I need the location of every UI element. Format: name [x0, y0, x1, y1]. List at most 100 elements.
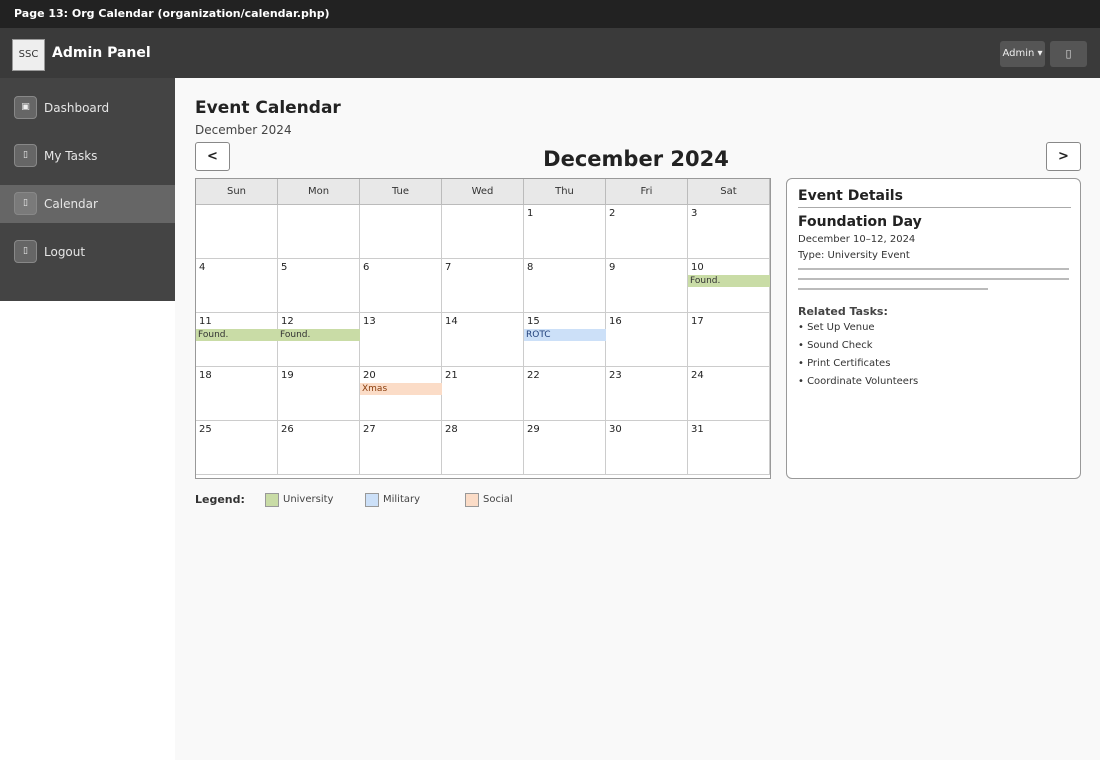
calendar-day-cell[interactable]: 13: [360, 313, 442, 367]
placeholder-line: [798, 288, 988, 290]
weekday-header: Tue: [360, 179, 442, 205]
calendar-day-cell[interactable]: 2: [606, 205, 688, 259]
legend-swatch-social: [465, 493, 479, 507]
day-number: 14: [445, 316, 458, 327]
month-title: December 2024: [543, 147, 729, 171]
divider: [798, 207, 1071, 208]
admin-menu-button[interactable]: Admin ▾: [1000, 41, 1045, 67]
legend-label-social: Social: [483, 494, 513, 505]
calendar-day-cell[interactable]: 14: [442, 313, 524, 367]
sidebar-item-my-tasks[interactable]: ▯ My Tasks: [0, 137, 175, 175]
header-title: Admin Panel: [52, 45, 151, 61]
day-number: 7: [445, 262, 452, 273]
sidebar-item-label: My Tasks: [44, 149, 98, 163]
calendar-day-cell[interactable]: 18: [196, 367, 278, 421]
calendar-day-cell[interactable]: 1: [524, 205, 606, 259]
page-banner: Page 13: Org Calendar (organization/cale…: [0, 0, 1100, 28]
calendar-day-cell[interactable]: 16: [606, 313, 688, 367]
weekday-header: Sun: [196, 179, 278, 205]
calendar-day-cell[interactable]: 12 Found.: [278, 313, 360, 367]
event-bar-social[interactable]: Xmas: [360, 383, 442, 395]
calendar-day-cell[interactable]: 19: [278, 367, 360, 421]
placeholder-line: [798, 268, 1069, 270]
day-number: 2: [609, 208, 616, 219]
calendar-day-cell[interactable]: 17: [688, 313, 770, 367]
calendar-day-cell[interactable]: 23: [606, 367, 688, 421]
day-number: 25: [199, 424, 212, 435]
calendar-day-cell[interactable]: 9: [606, 259, 688, 313]
day-number: 13: [363, 316, 376, 327]
event-bar-military[interactable]: ROTC: [524, 329, 606, 341]
sidebar-item-dashboard[interactable]: ▣ Dashboard: [0, 89, 175, 127]
calendar-day-cell[interactable]: 8: [524, 259, 606, 313]
calendar-day-cell[interactable]: 27: [360, 421, 442, 475]
sidebar-item-label: Calendar: [44, 197, 98, 211]
day-number: 27: [363, 424, 376, 435]
day-number: 5: [281, 262, 288, 273]
event-bar-university[interactable]: Found.: [278, 329, 360, 341]
calendar-day-cell[interactable]: 29: [524, 421, 606, 475]
calendar-day-cell[interactable]: 26: [278, 421, 360, 475]
related-tasks-title: Related Tasks:: [798, 305, 888, 318]
related-task-item: • Print Certificates: [798, 358, 891, 369]
calendar-empty-cell: [278, 205, 360, 259]
legend-label-university: University: [283, 494, 334, 505]
placeholder-line: [798, 278, 1069, 280]
prev-month-button[interactable]: <: [195, 142, 230, 171]
day-number: 3: [691, 208, 698, 219]
day-number: 17: [691, 316, 704, 327]
calendar-empty-cell: [360, 205, 442, 259]
legend-swatch-university: [265, 493, 279, 507]
calendar-icon: ▯: [14, 192, 37, 215]
related-task-item: • Coordinate Volunteers: [798, 376, 919, 387]
page-title: Event Calendar: [195, 98, 341, 118]
day-number: 11: [199, 316, 212, 327]
calendar-day-cell[interactable]: 3: [688, 205, 770, 259]
page-subtitle: December 2024: [195, 123, 292, 137]
day-number: 15: [527, 316, 540, 327]
calendar-empty-cell: [442, 205, 524, 259]
day-number: 30: [609, 424, 622, 435]
calendar-day-cell[interactable]: 20 Xmas: [360, 367, 442, 421]
calendar-day-cell[interactable]: 31: [688, 421, 770, 475]
day-number: 21: [445, 370, 458, 381]
calendar-day-cell[interactable]: 22: [524, 367, 606, 421]
calendar-day-cell[interactable]: 25: [196, 421, 278, 475]
day-number: 1: [527, 208, 534, 219]
calendar-day-cell[interactable]: 11 Found.: [196, 313, 278, 367]
day-number: 8: [527, 262, 534, 273]
event-name: Foundation Day: [798, 214, 922, 230]
sidebar-item-label: Dashboard: [44, 101, 110, 115]
day-number: 12: [281, 316, 294, 327]
event-type: Type: University Event: [798, 250, 910, 261]
sidebar-item-logout[interactable]: ▯ Logout: [0, 233, 175, 271]
day-number: 9: [609, 262, 616, 273]
details-title: Event Details: [798, 188, 903, 204]
calendar-grid: Sun Mon Tue Wed Thu Fri Sat 1 2 3 4 5 6 7 8 9 10 Found. 11…: [195, 178, 771, 479]
calendar-day-cell[interactable]: 21: [442, 367, 524, 421]
event-bar-university[interactable]: Found.: [688, 275, 770, 287]
related-task-item: • Set Up Venue: [798, 322, 875, 333]
sidebar-item-calendar[interactable]: ▯ Calendar: [0, 185, 175, 223]
calendar-day-cell[interactable]: 30: [606, 421, 688, 475]
event-bar-university[interactable]: Found.: [196, 329, 278, 341]
calendar-day-cell[interactable]: 7: [442, 259, 524, 313]
day-number: 18: [199, 370, 212, 381]
tasks-icon: ▯: [14, 144, 37, 167]
calendar-day-cell[interactable]: 5: [278, 259, 360, 313]
day-number: 23: [609, 370, 622, 381]
day-number: 28: [445, 424, 458, 435]
calendar-day-cell[interactable]: 6: [360, 259, 442, 313]
calendar-day-cell[interactable]: 28: [442, 421, 524, 475]
logout-icon: ▯: [14, 240, 37, 263]
calendar-day-cell[interactable]: 15 ROTC: [524, 313, 606, 367]
calendar-day-cell[interactable]: 10 Found.: [688, 259, 770, 313]
day-number: 31: [691, 424, 704, 435]
logo: SSC: [12, 39, 45, 71]
bell-icon[interactable]: ▯: [1050, 41, 1087, 67]
next-month-button[interactable]: >: [1046, 142, 1081, 171]
calendar-day-cell[interactable]: 24: [688, 367, 770, 421]
calendar-day-cell[interactable]: 4: [196, 259, 278, 313]
day-number: 4: [199, 262, 206, 273]
legend-label-military: Military: [383, 494, 421, 505]
